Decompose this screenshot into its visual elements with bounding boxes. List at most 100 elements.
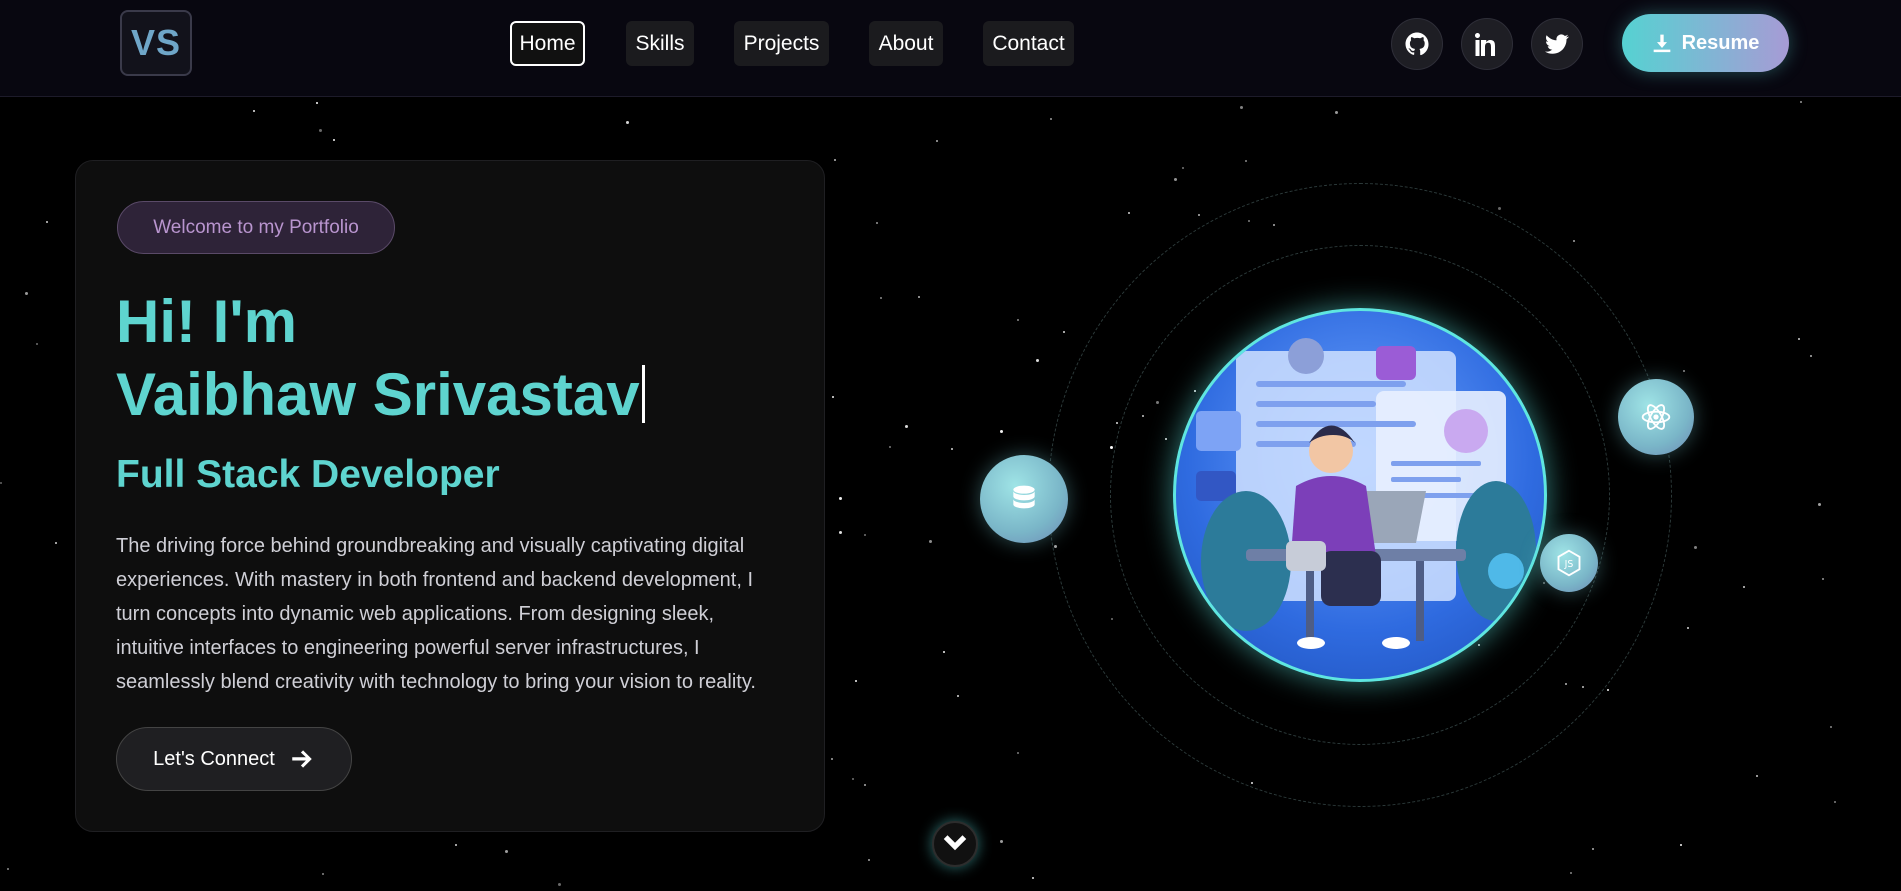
- hero-role: Full Stack Developer: [116, 453, 500, 496]
- star: [834, 159, 836, 161]
- hero-card: Welcome to my Portfolio Hi! I'm Vaibhaw …: [75, 160, 825, 832]
- star: [1017, 752, 1019, 754]
- star: [929, 540, 932, 543]
- connect-label: Let's Connect: [153, 747, 275, 770]
- nodejs-icon: JS: [1557, 549, 1581, 577]
- react-icon: [1641, 404, 1671, 430]
- star: [1680, 844, 1682, 846]
- star: [936, 140, 938, 142]
- typing-caret: [641, 365, 645, 423]
- star: [1573, 240, 1575, 242]
- star: [832, 396, 834, 398]
- welcome-badge: Welcome to my Portfolio: [117, 201, 395, 254]
- star: [864, 534, 866, 536]
- star: [1017, 319, 1019, 321]
- star: [1128, 212, 1130, 214]
- star: [1000, 840, 1003, 843]
- star: [1798, 338, 1800, 340]
- svg-text:JS: JS: [1564, 559, 1574, 570]
- star: [864, 784, 866, 786]
- twitter-button[interactable]: [1531, 18, 1583, 70]
- star: [1800, 101, 1802, 103]
- illustration-graphic: [1196, 338, 1536, 649]
- star: [46, 221, 48, 223]
- nav-projects[interactable]: Projects: [734, 21, 829, 66]
- download-icon: [1653, 34, 1670, 53]
- twitter-icon: [1545, 34, 1569, 54]
- nav-home[interactable]: Home: [510, 21, 585, 66]
- star: [322, 873, 324, 875]
- hero-name-line: Vaibhaw Srivastav: [116, 359, 645, 431]
- star: [839, 531, 842, 534]
- star: [626, 121, 629, 124]
- star: [1694, 546, 1697, 549]
- star: [455, 844, 457, 846]
- star: [1592, 848, 1594, 850]
- star: [1822, 578, 1824, 580]
- star: [558, 883, 561, 886]
- star: [1743, 586, 1745, 588]
- star: [1570, 872, 1572, 874]
- star: [1240, 106, 1243, 109]
- connect-button[interactable]: Let's Connect: [116, 727, 352, 791]
- star: [1756, 775, 1758, 777]
- star: [1818, 503, 1821, 506]
- resume-button[interactable]: Resume: [1622, 14, 1789, 72]
- logo-text: VS: [130, 22, 182, 63]
- star: [1810, 355, 1812, 357]
- nav-skills-label: Skills: [635, 31, 685, 55]
- star: [1683, 370, 1685, 372]
- arrow-right-icon: [292, 750, 312, 768]
- star: [1032, 877, 1034, 879]
- github-icon: [1405, 32, 1429, 56]
- developer-illustration: [1173, 308, 1547, 682]
- star: [880, 297, 882, 299]
- star: [1498, 207, 1501, 210]
- star: [1607, 689, 1609, 691]
- star: [951, 448, 953, 450]
- star: [1830, 726, 1832, 728]
- star: [1687, 627, 1689, 629]
- star: [1000, 430, 1003, 433]
- star: [839, 497, 842, 500]
- star: [1245, 160, 1247, 162]
- star: [1198, 214, 1200, 216]
- nav-about-label: About: [878, 31, 934, 55]
- nodejs-bubble: JS: [1540, 534, 1598, 592]
- star: [55, 542, 57, 544]
- hero-name: Vaibhaw Srivastav: [116, 361, 640, 428]
- nav-projects-label: Projects: [743, 31, 820, 55]
- star: [905, 425, 908, 428]
- star: [1050, 118, 1052, 120]
- star: [1182, 167, 1184, 169]
- linkedin-button[interactable]: [1461, 18, 1513, 70]
- star: [253, 110, 255, 112]
- star: [876, 222, 878, 224]
- star: [1036, 359, 1039, 362]
- github-button[interactable]: [1391, 18, 1443, 70]
- star: [1834, 801, 1836, 803]
- nav-contact[interactable]: Contact: [983, 21, 1074, 66]
- database-icon: [1013, 485, 1035, 509]
- star: [0, 482, 2, 484]
- star: [957, 695, 959, 697]
- hero-description: The driving force behind groundbreaking …: [116, 535, 756, 693]
- welcome-badge-text: Welcome to my Portfolio: [153, 216, 359, 238]
- nav-skills[interactable]: Skills: [626, 21, 694, 66]
- star: [889, 446, 891, 448]
- chevron-down-icon: [943, 835, 967, 851]
- hero-greeting: Hi! I'm: [116, 288, 297, 355]
- logo[interactable]: VS: [120, 10, 192, 76]
- star: [1063, 331, 1065, 333]
- linkedin-icon: [1475, 33, 1495, 56]
- star: [7, 868, 9, 870]
- nav-about[interactable]: About: [869, 21, 943, 66]
- star: [831, 758, 833, 760]
- resume-label: Resume: [1681, 31, 1760, 54]
- star: [333, 139, 335, 141]
- star: [319, 129, 322, 132]
- star: [25, 292, 28, 295]
- star: [316, 102, 318, 104]
- nav-home-label: Home: [519, 31, 576, 55]
- scroll-down-button[interactable]: [932, 821, 978, 867]
